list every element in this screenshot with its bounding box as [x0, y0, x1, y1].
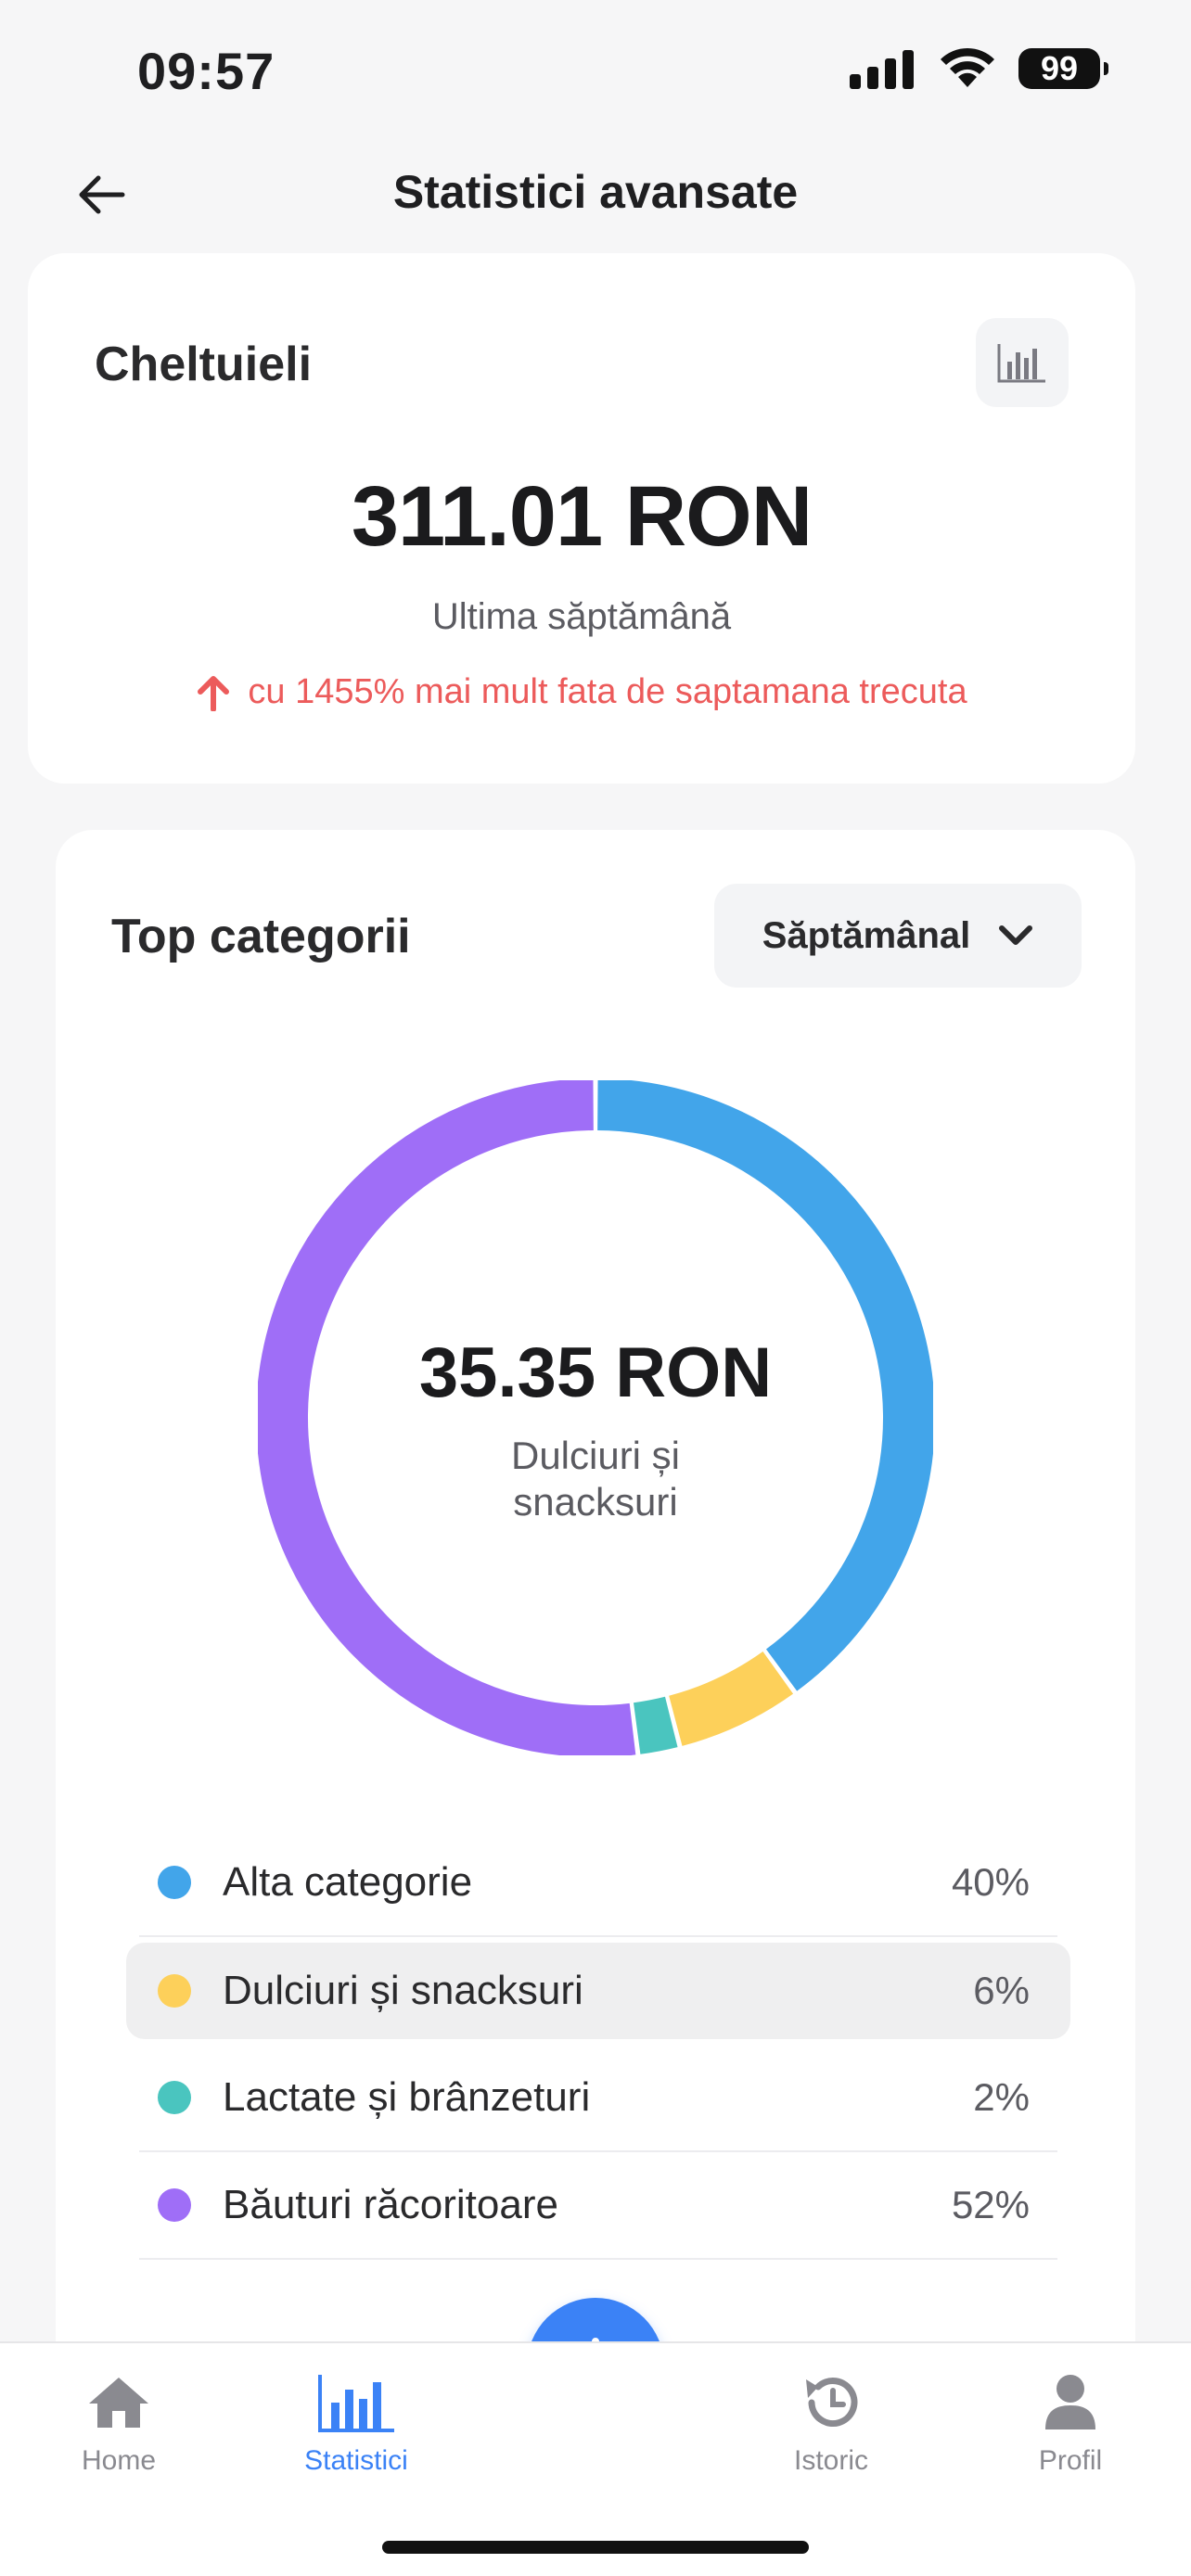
- legend-item[interactable]: Dulciuri și snacksuri 6%: [126, 1943, 1070, 2039]
- period-dropdown[interactable]: Săptămânal: [714, 884, 1082, 988]
- donut-center-label: Dulciuri și snacksuri: [510, 1434, 681, 1524]
- donut-svg: [256, 1078, 935, 1757]
- legend-item[interactable]: Băuturi răcoritoare 52%: [139, 2152, 1057, 2260]
- legend-label: Lactate și brânzeturi: [223, 2074, 591, 2120]
- wifi-icon: [941, 47, 994, 87]
- bar-chart-icon: [318, 2375, 394, 2432]
- expenses-card: Cheltuieli 311.01 RON Ultima săptămână c…: [28, 253, 1135, 784]
- chevron-down-icon: [999, 925, 1033, 945]
- history-icon: [806, 2378, 858, 2428]
- home-icon: [89, 2378, 148, 2428]
- donut-segment[interactable]: [633, 1696, 678, 1754]
- legend-label: Băuturi răcoritoare: [223, 2182, 558, 2227]
- categories-title: Top categorii: [111, 910, 411, 963]
- status-time: 09:57: [137, 42, 275, 100]
- donut-segment[interactable]: [668, 1651, 794, 1746]
- battery-icon: 99: [1018, 48, 1108, 89]
- legend-label: Alta categorie: [223, 1859, 473, 1905]
- arrow-up-icon: [198, 675, 230, 711]
- expenses-amount: 311.01 RON: [351, 469, 813, 564]
- user-icon: [1045, 2375, 1095, 2429]
- legend-dot: [158, 1866, 191, 1899]
- top-bar: Statistici avansate: [0, 139, 1191, 246]
- category-legend: Alta categorie 40% Dulciuri și snacksuri 6%…: [126, 1830, 1070, 2260]
- legend-item[interactable]: Alta categorie 40%: [139, 1830, 1057, 1937]
- legend-dot: [158, 1974, 191, 2008]
- chart-view-button[interactable]: [976, 318, 1069, 407]
- legend-item[interactable]: Lactate și brânzeturi 2%: [139, 2045, 1057, 2152]
- legend-percent: 6%: [973, 1969, 1030, 2012]
- tab-home[interactable]: Home: [26, 2360, 211, 2477]
- tab-profil-label: Profil: [1038, 2445, 1103, 2476]
- expenses-label: Cheltuieli: [95, 338, 313, 391]
- tab-profil[interactable]: Profil: [978, 2360, 1163, 2477]
- expenses-period: Ultima săptămână: [431, 596, 732, 637]
- donut-center-amount: 35.35 RON: [418, 1333, 773, 1412]
- home-indicator: [382, 2541, 809, 2554]
- legend-dot: [158, 2081, 191, 2114]
- categories-card: Top categorii Săptămânal 35.35 RON Dulci…: [56, 830, 1135, 2351]
- legend-percent: 2%: [973, 2075, 1030, 2119]
- battery-level: 99: [1040, 49, 1079, 87]
- tab-statistici[interactable]: Statistici: [263, 2360, 449, 2477]
- donut-segment[interactable]: [256, 1078, 636, 1757]
- legend-label: Dulciuri și snacksuri: [223, 1968, 583, 2013]
- expenses-change: cu 1455% mai mult fata de saptamana trec…: [28, 672, 1135, 712]
- legend-percent: 52%: [951, 2183, 1030, 2226]
- period-dropdown-value: Săptămânal: [762, 914, 971, 956]
- page-title: Statistici avansate: [392, 166, 799, 218]
- status-icons: 99: [850, 46, 1108, 91]
- tab-statistici-label: Statistici: [304, 2445, 408, 2476]
- legend-dot: [158, 2188, 191, 2222]
- tab-istoric[interactable]: Istoric: [738, 2360, 924, 2477]
- tab-istoric-label: Istoric: [793, 2445, 868, 2476]
- expenses-change-text: cu 1455% mai mult fata de saptamana trec…: [248, 672, 967, 711]
- status-bar: 09:57 99: [0, 0, 1191, 139]
- donut-chart: 35.35 RON Dulciuri și snacksuri: [256, 1078, 935, 1757]
- tab-home-label: Home: [81, 2445, 157, 2476]
- signal-icon: [850, 50, 914, 89]
- bar-chart-icon: [997, 344, 1045, 383]
- legend-percent: 40%: [951, 1860, 1030, 1904]
